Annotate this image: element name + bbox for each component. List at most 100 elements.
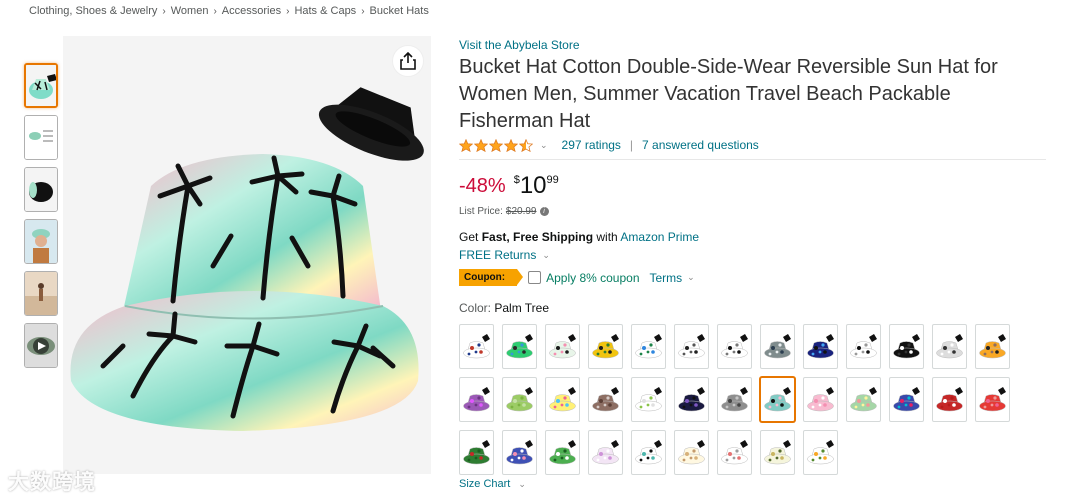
bucket-hat-image (63, 36, 431, 474)
color-swatch[interactable] (588, 324, 623, 369)
amazon-prime-link[interactable]: Amazon Prime (620, 230, 699, 244)
color-swatch[interactable] (674, 377, 709, 422)
info-icon[interactable]: i (539, 207, 549, 216)
color-swatch[interactable] (631, 324, 666, 369)
color-swatch[interactable] (717, 324, 752, 369)
hat-swatch-icon (635, 440, 662, 465)
color-swatch[interactable] (502, 430, 537, 475)
apply-coupon-label[interactable]: Apply 8% coupon (546, 271, 639, 285)
thumbnail-video[interactable] (24, 323, 58, 368)
breadcrumb-item[interactable]: Accessories (222, 5, 281, 17)
hat-swatch-icon (678, 387, 705, 412)
color-swatch[interactable] (975, 377, 1010, 422)
list-price-value: $20.99 (505, 206, 537, 217)
color-label: Color: Palm Tree (459, 301, 1049, 315)
hat-swatch-icon (721, 387, 748, 412)
color-swatch[interactable] (803, 430, 838, 475)
thumbnail-model-front[interactable] (24, 219, 58, 264)
answered-questions-link[interactable]: 7 answered questions (642, 138, 759, 152)
star-icon (519, 138, 533, 152)
breadcrumb-item[interactable]: Women (171, 5, 209, 17)
breadcrumb: Clothing, Shoes & Jewelry › Women › Accessor… (29, 5, 429, 17)
color-swatch[interactable] (975, 324, 1010, 369)
thumbnail-size-chart[interactable] (24, 115, 58, 160)
discount-percent: -48% (459, 175, 506, 197)
color-swatch[interactable] (459, 377, 494, 422)
hat-swatch-icon (721, 440, 748, 465)
color-swatch[interactable] (631, 377, 666, 422)
hat-swatch-icon (850, 387, 877, 412)
share-button[interactable] (392, 45, 424, 77)
breadcrumb-separator: › (213, 6, 217, 17)
hat-swatch-icon (506, 440, 533, 465)
size-chart-link[interactable]: Size Chart ⌄ (459, 478, 526, 490)
color-swatch[interactable] (760, 430, 795, 475)
store-link[interactable]: Visit the Abybela Store (459, 38, 1049, 52)
free-returns[interactable]: FREE Returns ⌄ (459, 248, 1049, 262)
color-swatch[interactable] (760, 377, 795, 422)
color-swatch[interactable] (545, 430, 580, 475)
coupon-badge: Coupon: (459, 269, 524, 286)
color-swatch[interactable] (588, 377, 623, 422)
color-swatch[interactable] (717, 430, 752, 475)
color-swatch[interactable] (545, 377, 580, 422)
thumbnail-beach[interactable] (24, 271, 58, 316)
hat-swatch-icon (936, 387, 963, 412)
color-swatch[interactable] (588, 430, 623, 475)
hat-swatch-icon (979, 387, 1006, 412)
color-label-prefix: Color: (459, 301, 495, 315)
thumbnail-palm-tree[interactable] (24, 63, 58, 108)
color-swatch[interactable] (459, 324, 494, 369)
color-swatch[interactable] (846, 377, 881, 422)
star-icon (504, 138, 518, 152)
star-icon (474, 138, 488, 152)
breadcrumb-item[interactable]: Bucket Hats (370, 5, 429, 17)
color-swatch[interactable] (631, 430, 666, 475)
size-chart-label[interactable]: Size Chart (459, 478, 510, 490)
coupon-terms-link[interactable]: Terms (650, 271, 683, 285)
star-rating[interactable] (459, 138, 534, 152)
hat-swatch-icon (592, 334, 619, 359)
chevron-down-icon[interactable]: ⌄ (687, 272, 695, 283)
color-swatch[interactable] (803, 324, 838, 369)
hat-swatch-icon (549, 440, 576, 465)
breadcrumb-separator: › (361, 6, 365, 17)
free-returns-link[interactable]: FREE Returns (459, 248, 536, 262)
chevron-down-icon[interactable]: ⌄ (542, 250, 550, 261)
chevron-down-icon[interactable]: ⌄ (540, 140, 548, 151)
color-swatch[interactable] (674, 430, 709, 475)
thumbnail-black-side[interactable] (24, 167, 58, 212)
hat-swatch-icon (979, 334, 1006, 359)
hat-swatch-icon (506, 387, 533, 412)
ratings-count-link[interactable]: 297 ratings (562, 138, 621, 152)
color-swatch[interactable] (932, 324, 967, 369)
color-swatch[interactable] (545, 324, 580, 369)
price-fraction: 99 (546, 174, 559, 186)
price-row: -48% $ 10 99 (459, 173, 1049, 201)
color-swatch[interactable] (846, 324, 881, 369)
list-price-label: List Price: (459, 206, 503, 217)
hat-swatch-icon (764, 387, 791, 412)
hat-swatch-icon (463, 387, 490, 412)
hat-swatch-icon (936, 334, 963, 359)
main-product-image[interactable] (63, 36, 431, 474)
color-swatch[interactable] (459, 430, 494, 475)
chevron-down-icon[interactable]: ⌄ (518, 479, 526, 489)
color-swatch[interactable] (889, 377, 924, 422)
breadcrumb-item[interactable]: Clothing, Shoes & Jewelry (29, 5, 157, 17)
color-swatch[interactable] (760, 324, 795, 369)
color-swatch[interactable] (674, 324, 709, 369)
color-swatch[interactable] (502, 377, 537, 422)
color-swatch[interactable] (717, 377, 752, 422)
coupon-checkbox[interactable] (528, 271, 542, 284)
color-swatch[interactable] (889, 324, 924, 369)
color-swatch[interactable] (803, 377, 838, 422)
hat-swatch-icon (678, 440, 705, 465)
breadcrumb-item[interactable]: Hats & Caps (294, 5, 356, 17)
color-swatch[interactable] (932, 377, 967, 422)
hat-swatch-icon (506, 334, 533, 359)
shipping-prefix: Get (459, 230, 482, 244)
color-swatch[interactable] (502, 324, 537, 369)
hat-swatch-icon (807, 440, 834, 465)
star-icon (489, 138, 503, 152)
